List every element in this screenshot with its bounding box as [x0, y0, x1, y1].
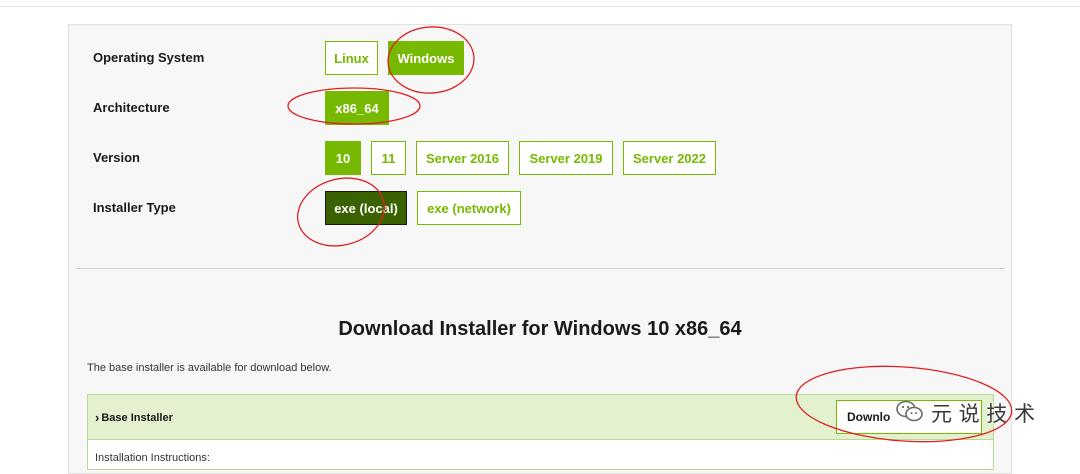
version-option-server-2016[interactable]: Server 2016 — [416, 141, 509, 175]
watermark-text: 元 说 技 术 — [931, 402, 1036, 426]
section-divider — [76, 268, 1005, 269]
version-option-server-2019[interactable]: Server 2019 — [519, 141, 613, 175]
installer-type-label: Installer Type — [93, 200, 176, 215]
os-label: Operating System — [93, 50, 205, 65]
version-option-10[interactable]: 10 — [325, 141, 361, 175]
version-label: Version — [93, 150, 140, 165]
download-description: The base installer is available for down… — [87, 362, 332, 374]
download-title: Download Installer for Windows 10 x86_64 — [338, 318, 742, 340]
top-divider — [0, 6, 1080, 7]
version-option-server-2022[interactable]: Server 2022 — [623, 141, 716, 175]
installer-option-exe-local[interactable]: exe (local) — [325, 191, 407, 225]
chevron-right-icon: › — [95, 410, 100, 425]
base-installer-body — [87, 440, 994, 470]
download-button-label: Downlo — [847, 410, 891, 424]
installation-instructions-label: Installation Instructions: — [95, 452, 210, 464]
os-option-linux[interactable]: Linux — [325, 41, 378, 75]
watermark: 元 说 技 术 — [895, 398, 1035, 428]
base-installer-toggle[interactable]: › Base Installer — [95, 411, 173, 424]
arch-option-x86_64[interactable]: x86_64 — [325, 91, 389, 125]
base-installer-label: Base Installer — [101, 411, 173, 424]
installer-option-exe-network[interactable]: exe (network) — [417, 191, 521, 225]
wechat-icon — [895, 399, 925, 428]
architecture-label: Architecture — [93, 100, 170, 115]
os-option-windows[interactable]: Windows — [388, 41, 464, 75]
version-option-11[interactable]: 11 — [371, 141, 406, 175]
